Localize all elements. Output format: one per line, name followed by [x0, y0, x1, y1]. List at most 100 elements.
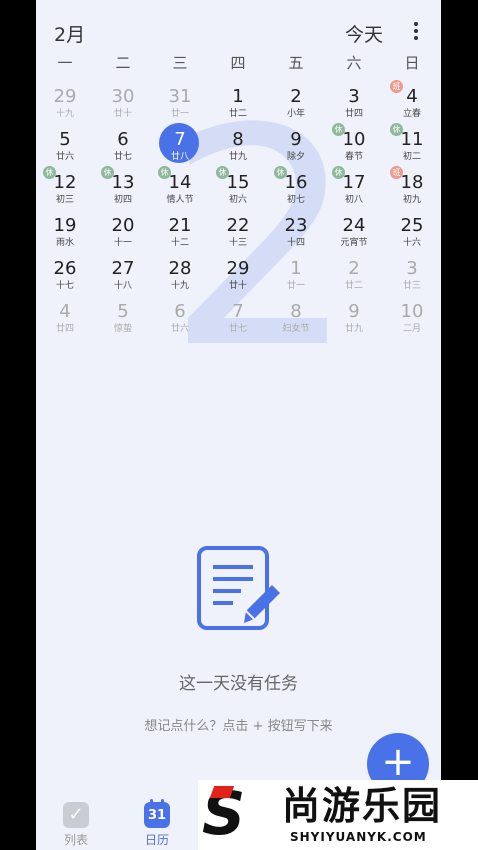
day-number: 29: [226, 258, 250, 279]
calendar-day-selected[interactable]: 7 廿八: [152, 123, 208, 171]
calendar-day[interactable]: 22 十三: [210, 215, 266, 257]
lunar-date: 初六: [228, 195, 247, 205]
lunar-date: 廿三: [402, 281, 421, 291]
lunar-date: 十一: [113, 238, 132, 248]
lunar-date: 初四: [113, 195, 132, 205]
day-number: 3: [406, 258, 418, 279]
calendar-day[interactable]: 10 二月: [384, 301, 440, 343]
calendar-day[interactable]: 24 元宵节: [326, 215, 382, 257]
holiday-badge: 休: [274, 166, 287, 179]
calendar-day[interactable]: 1 廿二: [210, 86, 266, 128]
calendar-day[interactable]: 19 雨水: [37, 215, 93, 257]
calendar-day[interactable]: 休 16 初七: [268, 166, 324, 214]
lunar-date: 十九: [55, 109, 74, 119]
calendar-day[interactable]: 29 十九: [37, 86, 93, 128]
calendar-day[interactable]: 27 十八: [95, 258, 151, 300]
weekday-label: 五: [288, 54, 304, 72]
day-number: 25: [400, 215, 424, 236]
lunar-date: 廿十: [228, 281, 247, 291]
calendar-day[interactable]: 6 廿六: [152, 301, 208, 343]
calendar-day[interactable]: 2 小年: [268, 86, 324, 128]
calendar-day[interactable]: 8 妇女节: [268, 301, 324, 343]
calendar-day[interactable]: 4 廿四: [37, 301, 93, 343]
holiday-badge: 休: [43, 166, 56, 179]
lunar-date: 廿七: [228, 324, 247, 334]
lunar-date: 情人节: [166, 195, 194, 205]
holiday-badge: 休: [332, 166, 345, 179]
calendar-day[interactable]: 8 廿九: [210, 129, 266, 171]
day-number: 28: [168, 258, 192, 279]
calendar-day[interactable]: 30 廿十: [95, 86, 151, 128]
calendar-day[interactable]: 1 廿一: [268, 258, 324, 300]
lunar-date: 十七: [55, 281, 74, 291]
logo-title: 尚游乐园: [282, 784, 443, 828]
calendar-day[interactable]: 休 13 初四: [95, 166, 151, 214]
day-number: 26: [53, 258, 77, 279]
calendar-day[interactable]: 29 廿十: [210, 258, 266, 300]
day-number: 7: [232, 301, 244, 322]
calendar-day[interactable]: 20 十一: [95, 215, 151, 257]
lunar-date: 廿九: [344, 324, 363, 334]
calendar-day[interactable]: 休 11 初二: [384, 123, 440, 171]
calendar-day[interactable]: 班 4 立春: [384, 80, 440, 128]
lunar-date: 十四: [286, 238, 305, 248]
calendar-day[interactable]: 休 14 情人节: [152, 166, 208, 214]
day-number: 22: [226, 215, 250, 236]
day-number: 6: [117, 129, 129, 150]
weekday-label: 四: [230, 54, 246, 72]
weekday-label: 一: [57, 54, 73, 72]
day-number: 9: [348, 301, 360, 322]
day-number: 1: [290, 258, 302, 279]
calendar-day[interactable]: 28 十九: [152, 258, 208, 300]
calendar-day[interactable]: 5 廿六: [37, 129, 93, 171]
calendar-day[interactable]: 2 廿二: [326, 258, 382, 300]
day-number: 2: [348, 258, 360, 279]
calendar-day[interactable]: 3 廿四: [326, 86, 382, 128]
holiday-badge: 休: [332, 123, 345, 136]
day-number: 2: [290, 86, 302, 107]
calendar-app: 2月 今天 一二三四五六日 2 29 十九 30 廿十 31 廿一 1 廿二 2 小年 3 廿四班 4 立…: [36, 0, 441, 850]
lunar-date: 初七: [286, 195, 305, 205]
lunar-date: 廿六: [55, 152, 74, 162]
calendar-day[interactable]: 休 10 春节: [326, 123, 382, 171]
calendar-day[interactable]: 3 廿三: [384, 258, 440, 300]
day-number: 8: [290, 301, 302, 322]
logo-subtitle: SHYIYUANYK.COM: [290, 830, 427, 844]
day-number: 3: [348, 86, 360, 107]
lunar-date: 初二: [402, 152, 421, 162]
lunar-date: 廿四: [55, 324, 74, 334]
holiday-badge: 休: [158, 166, 171, 179]
day-number: 5: [59, 129, 71, 150]
lunar-date: 廿六: [170, 324, 189, 334]
calendar-day[interactable]: 9 除夕: [268, 129, 324, 171]
month-title[interactable]: 2月: [54, 20, 85, 47]
lunar-date: 廿九: [228, 152, 247, 162]
lunar-date: 春节: [344, 152, 363, 162]
day-number: 5: [117, 301, 129, 322]
calendar-day[interactable]: 9 廿九: [326, 301, 382, 343]
calendar-day[interactable]: 休 15 初六: [210, 166, 266, 214]
lunar-date: 十三: [228, 238, 247, 248]
empty-state-title: 这一天没有任务: [179, 674, 298, 694]
lunar-date: 除夕: [286, 152, 305, 162]
calendar-day[interactable]: 25 十六: [384, 215, 440, 257]
lunar-date: 廿二: [344, 281, 363, 291]
calendar-day[interactable]: 休 17 初八: [326, 166, 382, 214]
calendar-day[interactable]: 5 惊蛰: [95, 301, 151, 343]
lunar-date: 廿十: [113, 109, 132, 119]
calendar-day[interactable]: 31 廿一: [152, 86, 208, 128]
top-bar: 2月 今天: [36, 0, 441, 60]
calendar-day[interactable]: 6 廿七: [95, 129, 151, 171]
tab-list[interactable]: ✓ 列表: [46, 802, 106, 848]
tab-calendar[interactable]: 31 日历: [127, 799, 187, 848]
day-number: 8: [232, 129, 244, 150]
calendar-day[interactable]: 23 十四: [268, 215, 324, 257]
calendar-day[interactable]: 7 廿七: [210, 301, 266, 343]
holiday-badge: 休: [216, 166, 229, 179]
today-button[interactable]: 今天: [345, 20, 383, 47]
calendar-day[interactable]: 21 十二: [152, 215, 208, 257]
calendar-day[interactable]: 26 十七: [37, 258, 93, 300]
calendar-day[interactable]: 休 12 初三: [37, 166, 93, 214]
more-options-icon[interactable]: [406, 22, 426, 44]
calendar-day[interactable]: 班 18 初九: [384, 166, 440, 214]
